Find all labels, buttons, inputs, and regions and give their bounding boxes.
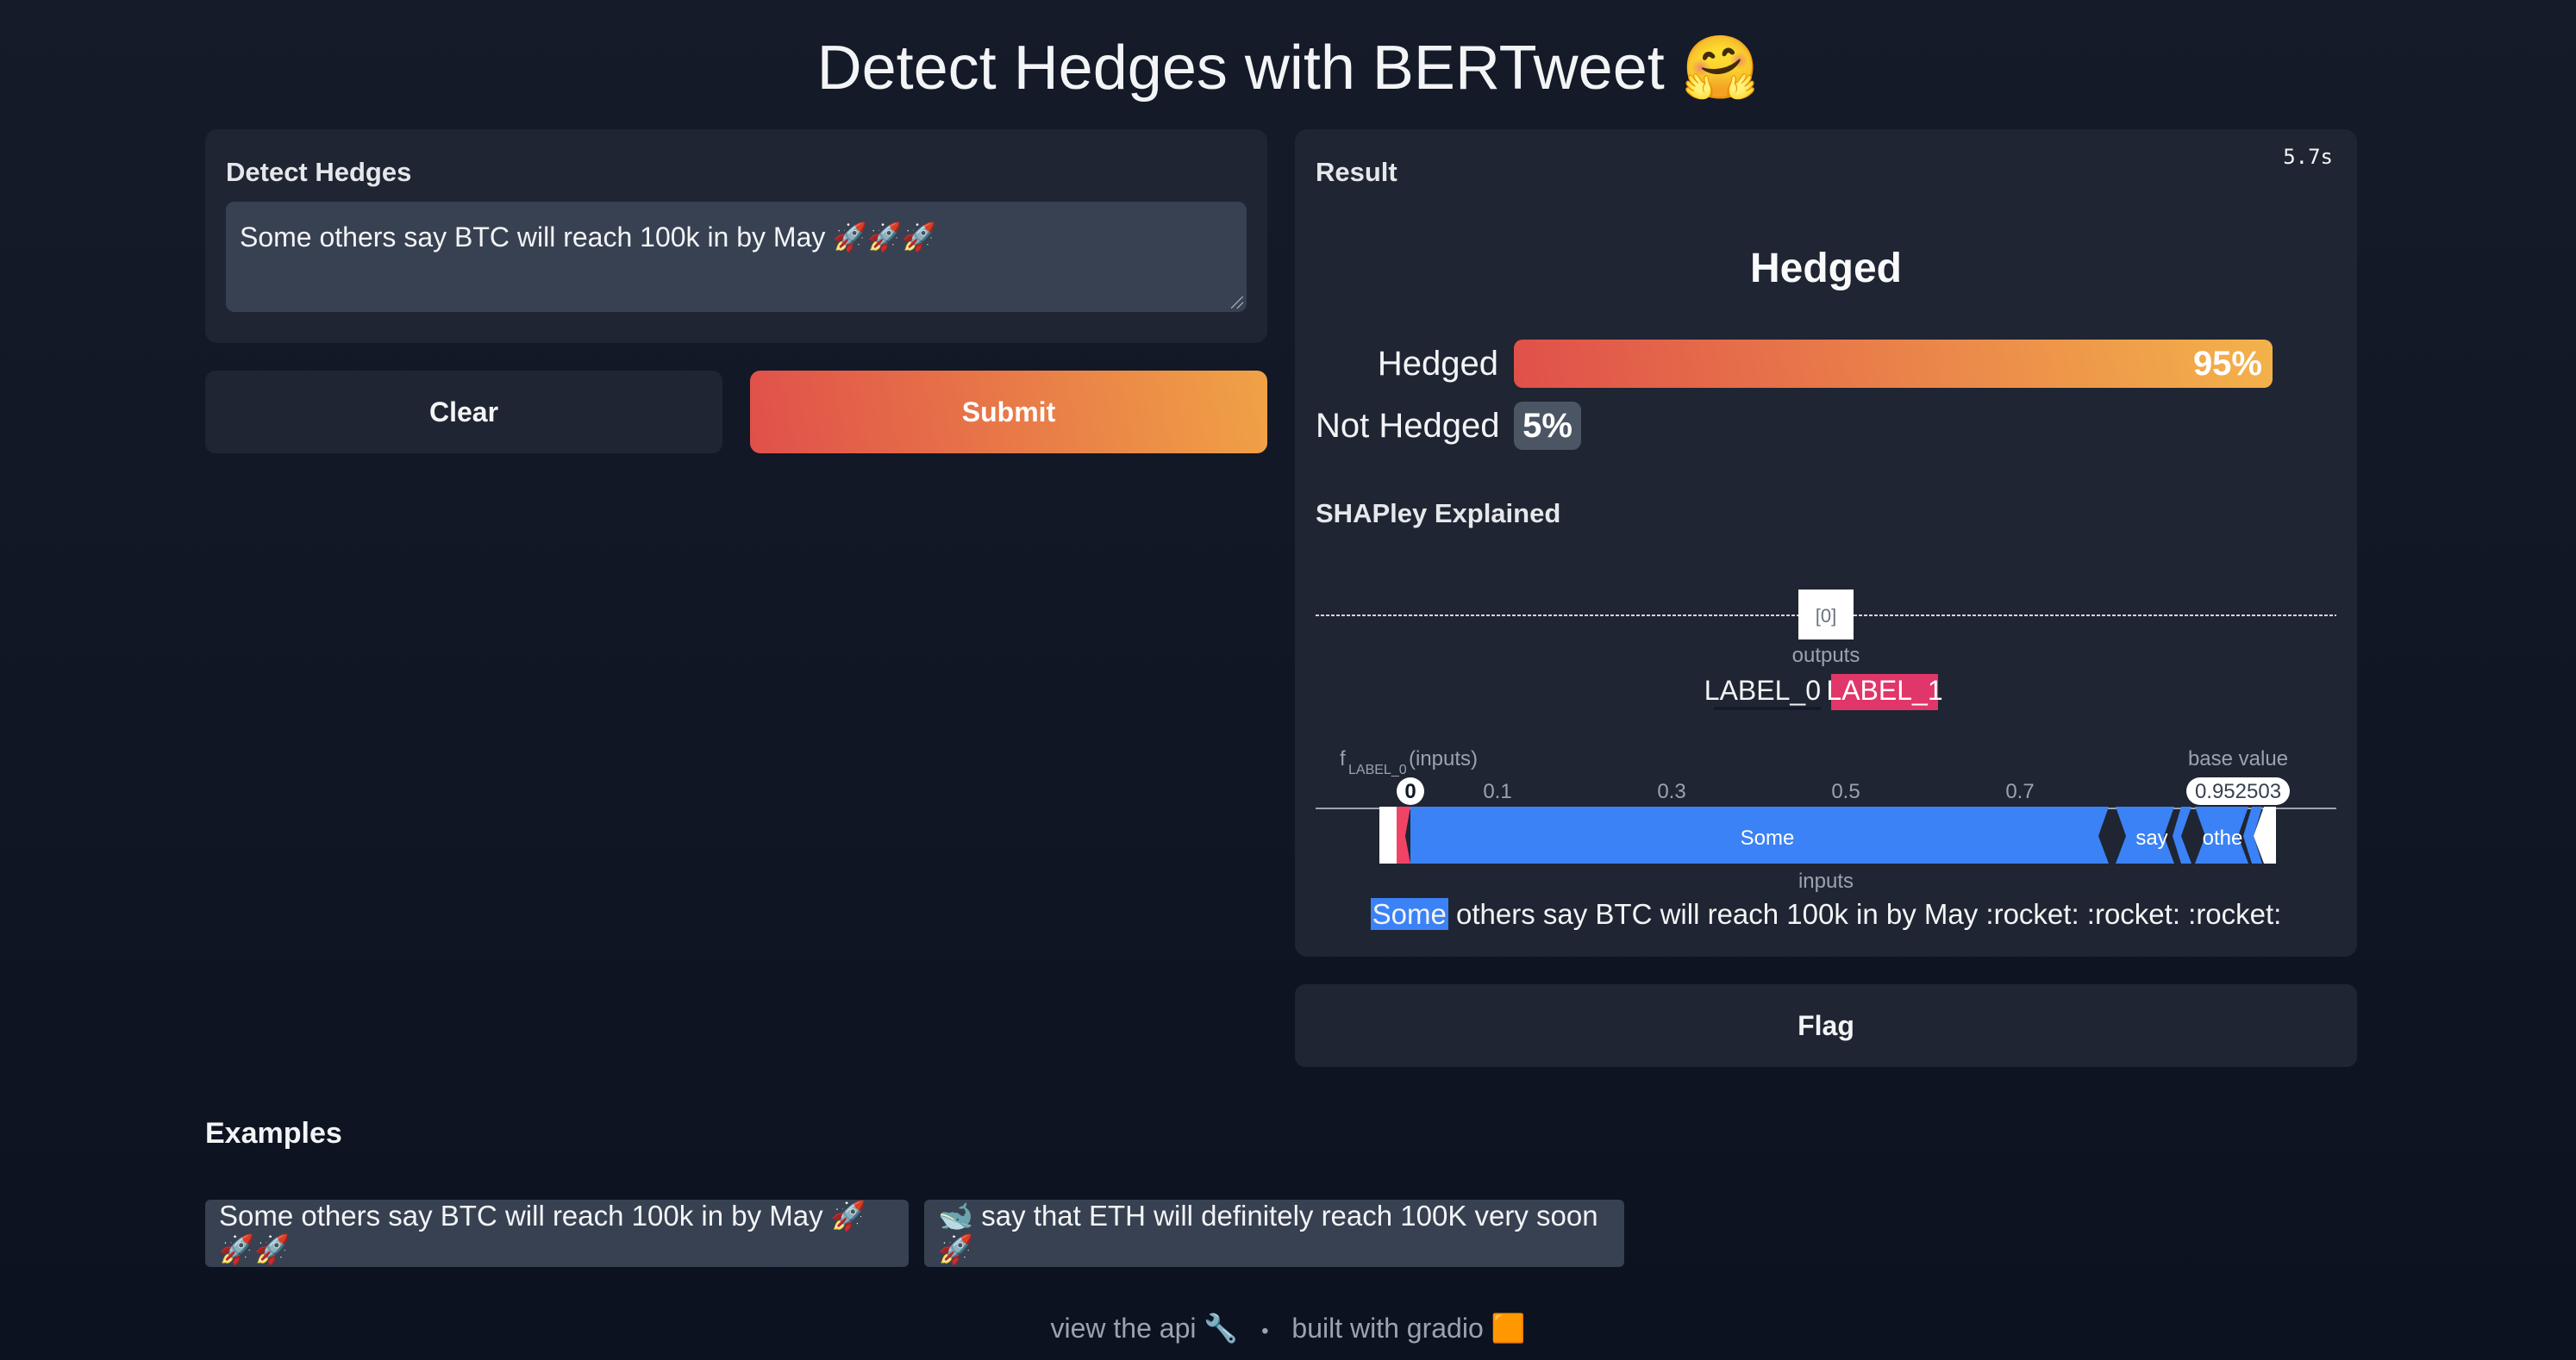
footer: view the api 🔧 • built with gradio 🟧 (0, 1312, 2576, 1344)
output-select-text: [0] (1816, 605, 1836, 627)
example-item-2[interactable]: 🐋 say that ETH will definitely reach 100… (924, 1200, 1624, 1267)
axis-tick-label: 0.5 (1831, 780, 1860, 803)
input-panel: Detect Hedges Some others say BTC will r… (205, 129, 1267, 343)
negative-force-segment (2173, 807, 2191, 864)
fx-value: 0 (1404, 780, 1416, 803)
shap-force-plot: [0] outputs LABEL_0 LABEL_1 f LABEL_0 (i… (1316, 590, 2336, 893)
footer-separator: • (1261, 1319, 1269, 1343)
inputs-caption: inputs (1798, 870, 1854, 893)
segment-label-some: Some (1741, 827, 1795, 850)
submit-button[interactable]: Submit (750, 371, 1267, 453)
base-value: 0.952503 (2195, 780, 2281, 803)
highlighted-token: Some (1370, 898, 1448, 930)
output-label-1[interactable]: LABEL_1 (1826, 675, 1942, 706)
examples-label: Examples (205, 1117, 342, 1150)
input-label: Detect Hedges (226, 157, 412, 187)
hedge-text-input[interactable]: Some others say BTC will reach 100k in b… (226, 202, 1247, 312)
built-with-gradio-link[interactable]: built with gradio 🟧 (1291, 1313, 1525, 1344)
view-api-link[interactable]: view the api 🔧 (1051, 1313, 1239, 1344)
flag-button[interactable]: Flag (1295, 984, 2357, 1067)
fx-label: f (1340, 747, 1346, 770)
axis-tick-label: 0.1 (1483, 780, 1511, 803)
fx-label-suffix: (inputs) (1409, 747, 1478, 770)
example-item-1[interactable]: Some others say BTC will reach 100k in b… (205, 1200, 909, 1267)
fx-label-sub: LABEL_0 (1348, 763, 1407, 777)
result-panel: Result 5.7s Hedged Hedged 95% Not Hedged… (1295, 129, 2357, 957)
page-title: Detect Hedges with BERTweet 🤗 (816, 34, 1760, 103)
outputs-caption: outputs (1792, 644, 1860, 667)
hedge-text-value: Some others say BTC will reach 100k in b… (240, 221, 936, 253)
output-label-0[interactable]: LABEL_0 (1704, 675, 1821, 706)
segment-label-othe: othe (2203, 827, 2243, 850)
shap-text-line: Some others say BTC will reach 100k in b… (1295, 898, 2357, 931)
clear-button[interactable]: Clear (205, 371, 722, 453)
segment-label-say: say (2135, 827, 2167, 850)
axis-tick-label: 0.7 (2005, 780, 2034, 803)
base-value-caption: base value (2188, 747, 2288, 770)
resize-grip-icon[interactable] (1231, 296, 1243, 309)
shap-text-rest: others say BTC will reach 100k in by May… (1447, 898, 2282, 930)
axis-tick-label: 0.3 (1657, 780, 1685, 803)
positive-force-segment (1397, 807, 1410, 864)
